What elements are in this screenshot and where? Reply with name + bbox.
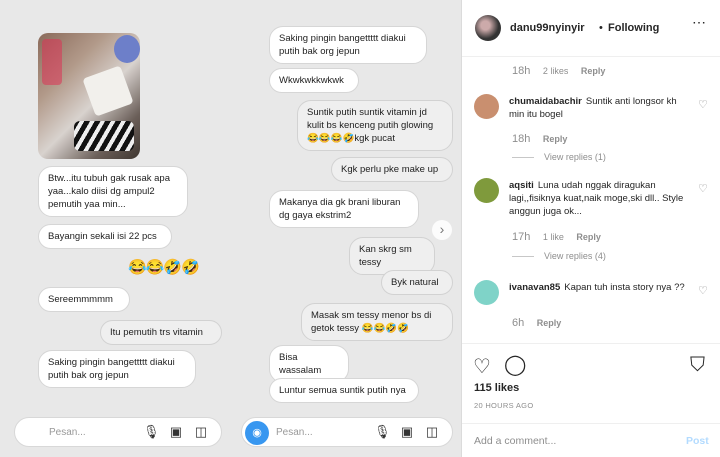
comment-text: ivanavan85 Kapan tuh insta story nya ?? (509, 281, 689, 294)
reply-button[interactable]: Reply (543, 134, 568, 144)
view-replies-button[interactable]: View replies (4) (512, 251, 606, 261)
add-comment-input[interactable]: Add a comment... (474, 435, 556, 447)
chat-message: Byk natural (381, 270, 453, 295)
post-image: Btw...itu tubuh gak rusak apa yaa...kalo… (0, 0, 462, 457)
comment-text: aqsiti Luna udah nggak diragukan lagi,,fi… (509, 179, 689, 218)
comment-username[interactable]: chumaidabachir (509, 96, 582, 107)
chat-message: Saking pingin bangettttt diakui putih ba… (269, 26, 427, 64)
post-comment-button[interactable]: Post (686, 435, 709, 447)
chat-message: Makanya dia gk brani liburan dg gaya eks… (269, 190, 419, 228)
comment-likes[interactable]: 2 likes (543, 66, 569, 76)
avatar[interactable] (474, 178, 499, 203)
mic-icon: 🎙 (143, 424, 160, 439)
add-comment-bar: Add a comment... Post (462, 423, 720, 457)
view-replies-button[interactable]: View replies (1) (512, 152, 606, 162)
chat-message: Sereemmmmm (38, 287, 130, 312)
chat-message: Suntik putih suntik vitamin jd kulit bs … (297, 100, 453, 151)
comment-icon[interactable]: ◯ (504, 352, 526, 377)
comment-time[interactable]: 18h (512, 133, 530, 145)
comment-username[interactable]: aqsiti (509, 180, 534, 191)
post-header: danu99nyinyir • Following ⋯ (462, 0, 720, 57)
chat-message: Wkwkwkkwkwk (269, 68, 359, 93)
follow-button[interactable]: Following (608, 22, 659, 34)
reply-button[interactable]: Reply (576, 232, 601, 242)
avatar[interactable] (475, 15, 501, 41)
heart-icon[interactable]: ♡ (698, 98, 708, 111)
comment-username[interactable]: ivanavan85 (509, 282, 560, 293)
comment-body: Luna udah nggak diragukan lagi,,fisiknya… (509, 180, 684, 217)
chat-message: Luntur semua suntik putih nya (269, 378, 419, 403)
sticker-icon: ◫ (425, 424, 439, 439)
chevron-right-icon[interactable]: › (432, 220, 452, 240)
chat-input-right: ◉ Pesan... 🎙 ▣ ◫ (241, 417, 453, 447)
chat-message: Btw...itu tubuh gak rusak apa yaa...kalo… (38, 166, 188, 217)
post-username[interactable]: danu99nyinyir (510, 22, 585, 34)
more-icon[interactable]: ⋯ (692, 14, 706, 31)
heart-icon[interactable]: ♡ (473, 354, 491, 379)
gallery-icon: ▣ (169, 424, 183, 439)
chat-screenshot-left: Btw...itu tubuh gak rusak apa yaa...kalo… (0, 0, 231, 457)
chat-input-left: Pesan... 🎙 ▣ ◫ (14, 417, 222, 447)
chat-message: Kgk perlu pke make up (331, 157, 453, 182)
comment-likes[interactable]: 1 like (543, 232, 564, 242)
camera-icon: ◉ (245, 421, 269, 445)
mic-icon: 🎙 (374, 424, 391, 439)
comment-time[interactable]: 18h (512, 65, 530, 77)
comment-meta: 18h 2 likes Reply (512, 65, 605, 77)
comment-meta: 17h 1 like Reply (512, 231, 601, 243)
chat-message: Saking pingin bangettttt diakui putih ba… (38, 350, 196, 388)
chat-message: Bayangin sekali isi 22 pcs (38, 224, 172, 249)
separator-dot: • (599, 22, 603, 34)
comments-panel: danu99nyinyir • Following ⋯ 18h 2 likes … (462, 0, 720, 457)
gallery-icon: ▣ (400, 424, 414, 439)
bookmark-icon[interactable]: ⛉ (690, 354, 705, 377)
post-timestamp: 20 HOURS AGO (474, 401, 534, 410)
chat-input-placeholder: Pesan... (276, 427, 313, 438)
chat-input-placeholder: Pesan... (49, 427, 86, 438)
post-actions: ♡ ◯ ⛉ 115 likes 20 HOURS AGO (462, 343, 720, 423)
chat-photo (38, 33, 140, 159)
heart-icon[interactable]: ♡ (698, 182, 708, 195)
reply-button[interactable]: Reply (537, 318, 562, 328)
heart-icon[interactable]: ♡ (698, 284, 708, 297)
avatar[interactable] (474, 94, 499, 119)
sticker-icon: ◫ (194, 424, 208, 439)
avatar[interactable] (474, 280, 499, 305)
comment-text: chumaidabachir Suntik anti longsor kh min… (509, 95, 689, 121)
comment-meta: 6h Reply (512, 317, 561, 329)
chat-emoji: 😂😂🤣🤣 (128, 259, 200, 276)
chat-message: Masak sm tessy menor bs di getok tessy 😂… (301, 303, 453, 341)
comment-time[interactable]: 6h (512, 317, 524, 329)
comment-body: Kapan tuh insta story nya ?? (564, 282, 685, 293)
comment-time[interactable]: 17h (512, 231, 530, 243)
reply-button[interactable]: Reply (581, 66, 606, 76)
chat-screenshot-right: Saking pingin bangettttt diakui putih ba… (231, 0, 461, 457)
comment-meta: 18h Reply (512, 133, 567, 145)
likes-count[interactable]: 115 likes (474, 382, 519, 394)
chat-message: Itu pemutih trs vitamin (100, 320, 222, 345)
